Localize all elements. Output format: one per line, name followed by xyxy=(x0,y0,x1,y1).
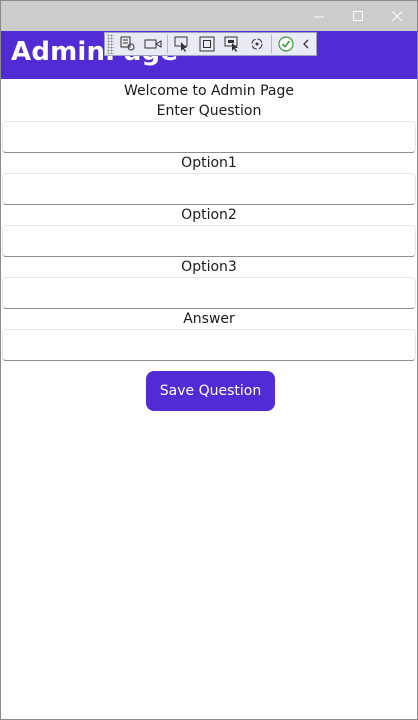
answer-input[interactable] xyxy=(2,329,416,361)
record-icon xyxy=(144,39,162,49)
live-visual-tree-icon xyxy=(120,36,135,51)
minimize-icon xyxy=(313,16,324,17)
option3-input[interactable] xyxy=(2,277,416,309)
track-focus-icon xyxy=(224,36,238,52)
toolbar-grip-icon[interactable] xyxy=(107,34,114,54)
option3-label: Option3 xyxy=(181,259,237,275)
record-button[interactable] xyxy=(142,34,164,54)
maximize-icon xyxy=(352,10,363,21)
title-bar[interactable] xyxy=(1,1,417,31)
welcome-heading: Welcome to Admin Page xyxy=(124,83,294,99)
minimize-button[interactable] xyxy=(299,1,339,31)
collapse-toolbar-button[interactable] xyxy=(300,34,312,54)
select-element-button[interactable] xyxy=(171,34,193,54)
option1-input[interactable] xyxy=(2,173,416,205)
select-element-icon xyxy=(174,36,188,52)
live-visual-tree-button[interactable] xyxy=(117,34,139,54)
hot-reload-icon xyxy=(251,38,263,50)
toolbar-separator xyxy=(271,35,272,53)
checkmark-icon xyxy=(278,36,294,52)
answer-label: Answer xyxy=(183,311,235,327)
display-layout-adorners-icon xyxy=(199,36,215,52)
collapse-chevron-icon xyxy=(303,39,309,49)
close-icon xyxy=(391,10,402,21)
debug-toolbar xyxy=(104,32,317,56)
option1-label: Option1 xyxy=(181,155,237,171)
admin-form: Welcome to Admin Page Enter Question Opt… xyxy=(1,79,417,411)
hot-reload-button[interactable] xyxy=(246,34,268,54)
close-button[interactable] xyxy=(377,1,417,31)
question-input[interactable] xyxy=(2,121,416,153)
option2-label: Option2 xyxy=(181,207,237,223)
option2-input[interactable] xyxy=(2,225,416,257)
display-layout-adorners-button[interactable] xyxy=(196,34,218,54)
question-label: Enter Question xyxy=(156,103,262,119)
app-window: AdminPage Welcome to Admin Page Enter Qu… xyxy=(0,0,418,720)
track-focus-button[interactable] xyxy=(221,34,243,54)
hot-reload-status-button[interactable] xyxy=(275,34,297,54)
save-question-button[interactable]: Save Question xyxy=(146,371,275,411)
maximize-button[interactable] xyxy=(338,1,378,31)
toolbar-separator xyxy=(167,35,168,53)
